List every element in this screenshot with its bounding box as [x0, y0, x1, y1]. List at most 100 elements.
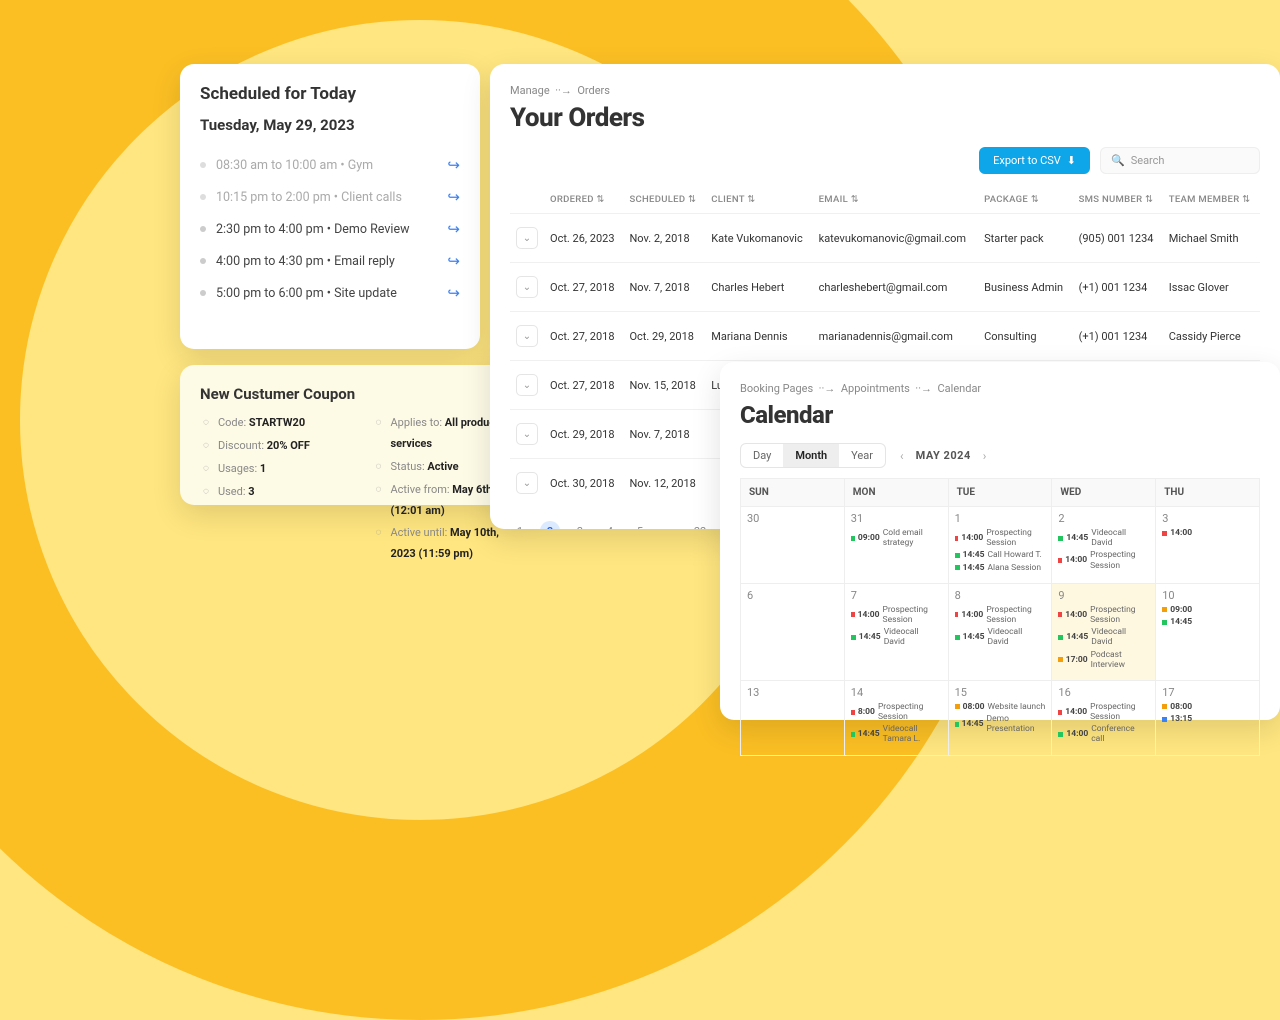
calendar-cell[interactable]: 314:00: [1156, 507, 1260, 584]
expand-row-icon[interactable]: ⌄: [516, 423, 538, 445]
calendar-event[interactable]: 13:15: [1162, 714, 1253, 724]
calendar-cell[interactable]: 1009:0014:45: [1156, 584, 1260, 681]
calendar-event[interactable]: 8:00Prospecting Session: [851, 702, 942, 722]
calendar-cell[interactable]: 3109:00Cold email strategy: [845, 507, 949, 584]
calendar-card: Booking Pages ··→ Appointments ··→ Calen…: [720, 362, 1280, 720]
calendar-event[interactable]: 14:00Conference call: [1058, 724, 1149, 744]
orders-breadcrumb: Manage ··→ Orders: [510, 84, 1260, 97]
calendar-event[interactable]: 14:00Prospecting Session: [1058, 550, 1149, 570]
calendar-event[interactable]: 14:45: [1162, 617, 1253, 627]
calendar-cell[interactable]: 214:45Videocall David14:00Prospecting Se…: [1052, 507, 1156, 584]
view-month[interactable]: Month: [783, 444, 839, 467]
calendar-cell[interactable]: 1508:00Website launch14:45Demo Presentat…: [949, 681, 1053, 756]
expand-row-icon[interactable]: ⌄: [516, 227, 538, 249]
calendar-event[interactable]: 14:45Videocall David: [955, 627, 1046, 647]
day-header: SUN: [741, 479, 845, 507]
expand-row-icon[interactable]: ⌄: [516, 374, 538, 396]
calendar-cell[interactable]: 114:00Prospecting Session14:45Call Howar…: [949, 507, 1053, 584]
calendar-event[interactable]: 14:45Demo Presentation: [955, 714, 1046, 734]
view-segment[interactable]: DayMonthYear: [740, 443, 886, 468]
table-row[interactable]: ⌄Oct. 27, 2018Nov. 7, 2018Charles Hebert…: [510, 263, 1260, 312]
view-year[interactable]: Year: [839, 444, 885, 467]
calendar-event[interactable]: 14:45Videocall David: [1058, 528, 1149, 548]
calendar-cell[interactable]: 814:00Prospecting Session14:45Videocall …: [949, 584, 1053, 681]
calendar-event[interactable]: 14:45Call Howard T.: [955, 550, 1046, 560]
calendar-event[interactable]: 14:00Prospecting Session: [955, 605, 1046, 625]
crumb-orders: Orders: [577, 84, 610, 97]
page-number[interactable]: 1: [510, 521, 530, 529]
calendar-cell[interactable]: 13: [741, 681, 845, 756]
column-header[interactable]: SCHEDULED ⇅: [623, 186, 705, 214]
page-number[interactable]: 5: [630, 521, 650, 529]
calendar-event[interactable]: 14:00Prospecting Session: [1058, 605, 1149, 625]
crumb-manage[interactable]: Manage: [510, 84, 550, 97]
scheduled-item[interactable]: 10:15 pm to 2:00 pm • Client calls↪: [200, 181, 460, 213]
page-number[interactable]: ...: [660, 521, 680, 529]
calendar-cell[interactable]: 714:00Prospecting Session14:45Videocall …: [845, 584, 949, 681]
scheduled-item[interactable]: 2:30 pm to 4:00 pm • Demo Review↪: [200, 213, 460, 245]
column-header[interactable]: TEAM MEMBER ⇅: [1163, 186, 1260, 214]
exit-icon[interactable]: ↪: [447, 188, 460, 206]
calendar-cell[interactable]: 6: [741, 584, 845, 681]
scheduled-card: Scheduled for Today Tuesday, May 29, 202…: [180, 64, 480, 349]
column-header[interactable]: ORDERED ⇅: [544, 186, 623, 214]
crumb-booking[interactable]: Booking Pages: [740, 382, 813, 395]
expand-row-icon[interactable]: ⌄: [516, 276, 538, 298]
day-header: MON: [845, 479, 949, 507]
prev-month-button[interactable]: ‹: [900, 449, 904, 463]
calendar-event[interactable]: 14:45Alana Session: [955, 563, 1046, 573]
calendar-cell[interactable]: 148:00Prospecting Session14:45Videocall …: [845, 681, 949, 756]
column-header[interactable]: PACKAGE ⇅: [978, 186, 1072, 214]
exit-icon[interactable]: ↪: [447, 252, 460, 270]
scheduled-date: Tuesday, May 29, 2023: [200, 116, 460, 134]
next-month-button[interactable]: ›: [983, 449, 987, 463]
scheduled-item[interactable]: 5:00 pm to 6:00 pm • Site update↪: [200, 277, 460, 309]
calendar-event[interactable]: 14:00Prospecting Session: [955, 528, 1046, 548]
exit-icon[interactable]: ↪: [447, 284, 460, 302]
calendar-cell[interactable]: 30: [741, 507, 845, 584]
page-number[interactable]: 2: [540, 521, 560, 529]
table-row[interactable]: ⌄Oct. 26, 2023Nov. 2, 2018Kate Vukomanov…: [510, 214, 1260, 263]
expand-row-icon[interactable]: ⌄: [516, 472, 538, 494]
calendar-breadcrumb: Booking Pages ··→ Appointments ··→ Calen…: [740, 382, 1260, 395]
calendar-cell[interactable]: 1708:0013:15: [1156, 681, 1260, 756]
calendar-event[interactable]: 14:00: [1162, 528, 1253, 538]
calendar-event[interactable]: 14:45Videocall David: [851, 627, 942, 647]
view-day[interactable]: Day: [741, 444, 783, 467]
calendar-event[interactable]: 14:00Prospecting Session: [851, 605, 942, 625]
calendar-event[interactable]: 14:45Videocall Tamara L.: [851, 724, 942, 744]
page-number[interactable]: 22: [690, 521, 710, 529]
calendar-event[interactable]: 09:00: [1162, 605, 1253, 615]
calendar-event[interactable]: 17:00Podcast Interview: [1058, 650, 1149, 670]
download-icon: ⬇: [1067, 154, 1076, 167]
search-icon: 🔍: [1111, 154, 1125, 167]
day-header: THU: [1156, 479, 1260, 507]
calendar-grid: SUNMONTUEWEDTHU 303109:00Cold email strat…: [740, 478, 1260, 756]
calendar-event[interactable]: 08:00Website launch: [955, 702, 1046, 712]
expand-row-icon[interactable]: ⌄: [516, 325, 538, 347]
calendar-event[interactable]: 08:00: [1162, 702, 1253, 712]
column-header[interactable]: SMS NUMBER ⇅: [1073, 186, 1163, 214]
export-csv-button[interactable]: Export to CSV ⬇: [979, 147, 1090, 174]
orders-title: Your Orders: [510, 103, 1260, 133]
page-number[interactable]: 3: [570, 521, 590, 529]
page-number[interactable]: 4: [600, 521, 620, 529]
calendar-event[interactable]: 09:00Cold email strategy: [851, 528, 942, 548]
column-header[interactable]: CLIENT ⇅: [705, 186, 812, 214]
calendar-cell[interactable]: 1614:00Prospecting Session14:00Conferenc…: [1052, 681, 1156, 756]
crumb-appointments[interactable]: Appointments: [841, 382, 910, 395]
day-header: WED: [1052, 479, 1156, 507]
calendar-cell[interactable]: 914:00Prospecting Session14:45Videocall …: [1052, 584, 1156, 681]
scheduled-title: Scheduled for Today: [200, 84, 460, 104]
search-input[interactable]: 🔍 Search: [1100, 147, 1260, 174]
column-header[interactable]: EMAIL ⇅: [813, 186, 978, 214]
scheduled-item[interactable]: 4:00 pm to 4:30 pm • Email reply↪: [200, 245, 460, 277]
calendar-event[interactable]: 14:00Prospecting Session: [1058, 702, 1149, 722]
table-row[interactable]: ⌄Oct. 27, 2018Oct. 29, 2018Mariana Denni…: [510, 312, 1260, 361]
coupon-title: New Custumer Coupon: [200, 385, 525, 403]
exit-icon[interactable]: ↪: [447, 220, 460, 238]
exit-icon[interactable]: ↪: [447, 156, 460, 174]
calendar-event[interactable]: 14:45Videocall David: [1058, 627, 1149, 647]
day-header: TUE: [949, 479, 1053, 507]
scheduled-item[interactable]: 08:30 am to 10:00 am • Gym↪: [200, 149, 460, 181]
